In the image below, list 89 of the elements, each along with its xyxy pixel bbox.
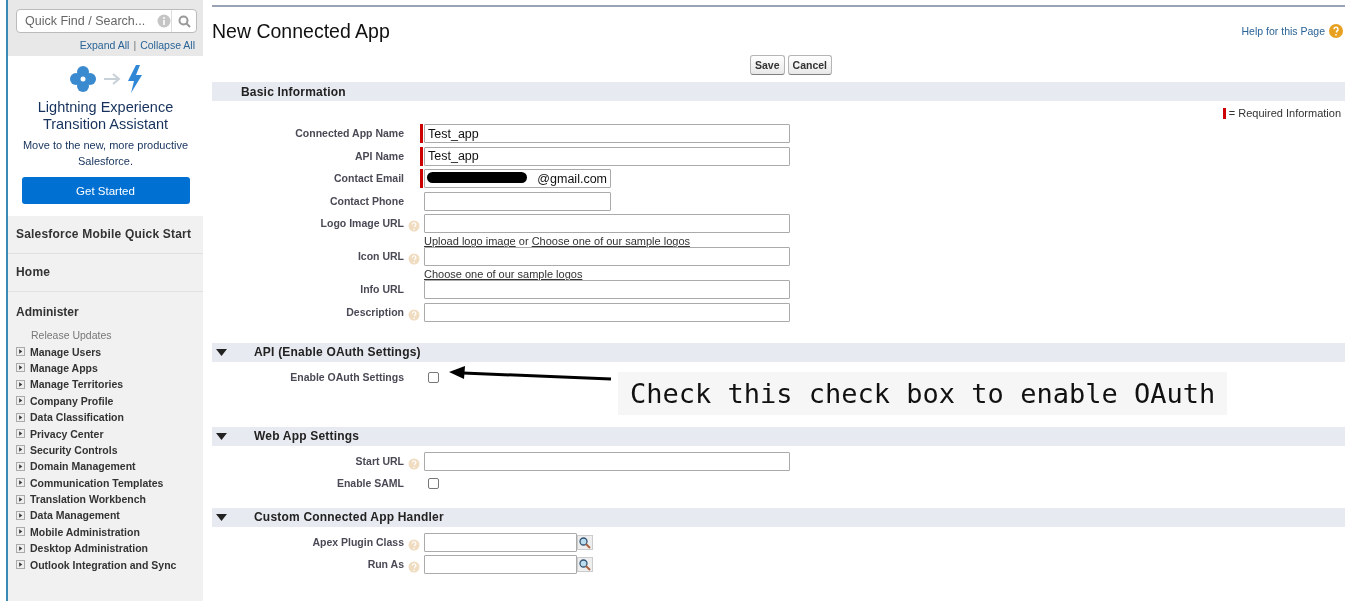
- sidebar-item[interactable]: Data Classification: [30, 411, 124, 424]
- field-label: Contact Phone: [328, 193, 405, 207]
- collapse-all-link[interactable]: Collapse All: [140, 39, 195, 51]
- field-label: Enable SAML: [335, 476, 405, 490]
- checkbox[interactable]: [428, 478, 439, 490]
- field-label: Info URL: [359, 282, 405, 296]
- collapse-triangle-icon[interactable]: [216, 431, 227, 441]
- link[interactable]: Choose one of our sample logos: [424, 268, 583, 281]
- expand-toggle-icon[interactable]: [16, 543, 25, 553]
- input-field[interactable]: [424, 191, 611, 211]
- input-field[interactable]: [424, 280, 790, 300]
- sidebar-item[interactable]: Desktop Administration: [30, 542, 149, 555]
- link-separator: or: [517, 235, 530, 248]
- sidebar-item[interactable]: Domain Management: [30, 460, 136, 473]
- search-icon[interactable]: [177, 14, 191, 28]
- sidebar-item[interactable]: Outlook Integration and Sync: [30, 558, 177, 571]
- sidebar-item[interactable]: Manage Users: [30, 345, 102, 358]
- input-field[interactable]: [424, 214, 790, 234]
- expand-toggle-icon[interactable]: [16, 429, 25, 439]
- sidebar-link[interactable]: Salesforce Mobile Quick Start: [8, 216, 203, 254]
- section-header[interactable]: Web App Settings: [212, 426, 1345, 446]
- field-label: Start URL: [354, 453, 405, 467]
- section-header[interactable]: Custom Connected App Handler: [212, 507, 1345, 527]
- required-marker: [1222, 107, 1226, 119]
- sidebar-item[interactable]: Data Management: [30, 509, 120, 522]
- input-field[interactable]: [424, 302, 790, 322]
- expand-toggle-icon[interactable]: [16, 511, 25, 520]
- expand-toggle-icon[interactable]: [16, 494, 25, 504]
- info-icon: [157, 14, 171, 28]
- expand-toggle-icon[interactable]: [16, 445, 25, 455]
- field-label: Enable OAuth Settings: [289, 369, 405, 383]
- input-field[interactable]: [424, 532, 577, 552]
- sidebar-item[interactable]: Release Updates: [31, 329, 112, 342]
- input-field[interactable]: Test_app: [424, 124, 790, 143]
- input-field[interactable]: Test_app: [424, 146, 790, 166]
- get-started-button[interactable]: Get Started: [21, 177, 190, 204]
- expand-toggle-icon[interactable]: [16, 396, 25, 406]
- sidebar-item[interactable]: Privacy Center: [30, 427, 104, 440]
- sidebar-item[interactable]: Communication Templates: [30, 476, 164, 489]
- field-label: Icon URL: [356, 249, 405, 263]
- form-button[interactable]: Cancel: [787, 55, 832, 75]
- checkbox[interactable]: [428, 371, 439, 383]
- annotation-callout: Check this check box to enable OAuth: [618, 371, 1228, 415]
- separator: |: [133, 39, 137, 51]
- sidebar-item[interactable]: Mobile Administration: [30, 525, 140, 538]
- input-field[interactable]: [424, 247, 790, 267]
- help-link[interactable]: Help for this Page: [1241, 25, 1325, 37]
- expand-toggle-icon[interactable]: [16, 379, 25, 389]
- field-label: Logo Image URL: [319, 216, 405, 230]
- expand-toggle-icon[interactable]: [16, 363, 25, 373]
- collapse-triangle-icon[interactable]: [216, 347, 227, 357]
- lookup-icon[interactable]: [577, 557, 593, 573]
- expand-toggle-icon[interactable]: [16, 412, 25, 422]
- link[interactable]: Choose one of our sample logos: [531, 235, 691, 248]
- expand-toggle-icon[interactable]: [16, 478, 25, 488]
- field-label: Contact Email: [333, 171, 405, 185]
- expand-all-link[interactable]: Expand All: [79, 39, 130, 51]
- expand-toggle-icon[interactable]: [16, 527, 25, 537]
- arrow-icon: [102, 73, 121, 85]
- sidebar-item[interactable]: Manage Territories: [30, 378, 124, 391]
- field-label: Run As: [366, 557, 405, 571]
- field-label: API Name: [353, 148, 405, 162]
- expand-toggle-icon[interactable]: [16, 461, 25, 471]
- section-header[interactable]: API (Enable OAuth Settings): [212, 342, 1345, 362]
- field-label: Apex Plugin Class: [311, 534, 405, 548]
- field-label: Description: [345, 304, 405, 318]
- field-label: Connected App Name: [294, 126, 405, 139]
- sidebar-item[interactable]: Company Profile: [30, 394, 114, 407]
- sidebar-item[interactable]: Translation Workbench: [30, 493, 146, 506]
- link[interactable]: Upload logo image: [424, 235, 516, 248]
- page-title: New Connected App: [212, 19, 390, 43]
- sidebar-item[interactable]: Security Controls: [30, 443, 118, 456]
- required-legend: = Required Information: [1228, 107, 1341, 119]
- group-heading: Administer: [16, 305, 79, 319]
- section-header: Basic Information: [212, 82, 1345, 101]
- expand-toggle-icon[interactable]: [16, 347, 25, 357]
- sidebar-item[interactable]: Manage Apps: [30, 361, 98, 374]
- sidebar-link[interactable]: Home: [8, 254, 203, 292]
- lookup-icon[interactable]: [577, 534, 593, 550]
- promo-text: Move to the new, more productive Salesforce.: [21, 138, 190, 169]
- promo-title: Lightning Experience Transition Assistant: [36, 99, 175, 133]
- expand-toggle-icon[interactable]: [16, 560, 25, 570]
- flower-icon: [68, 65, 97, 93]
- search-field[interactable]: Quick Find / Search...: [16, 9, 197, 33]
- lightning-icon: [126, 65, 143, 93]
- input-field[interactable]: [424, 555, 577, 575]
- input-field[interactable]: [424, 451, 790, 471]
- collapse-triangle-icon[interactable]: [216, 512, 227, 522]
- form-button[interactable]: Save: [750, 55, 785, 75]
